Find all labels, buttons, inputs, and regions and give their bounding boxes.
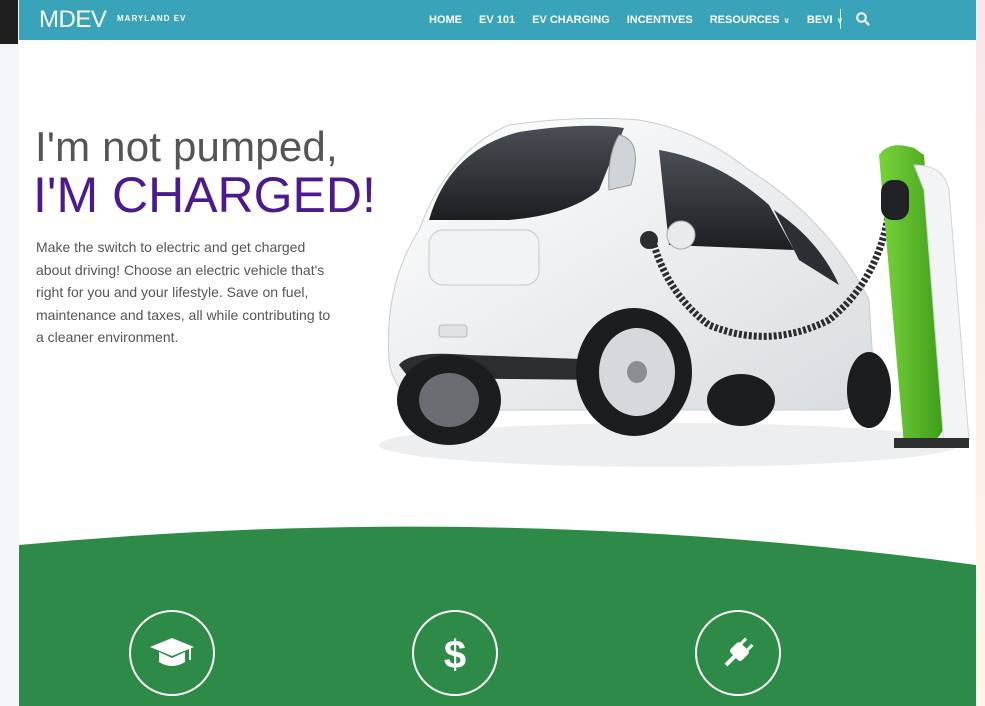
dollar-icon: $ — [444, 633, 466, 675]
nav-item-bevi[interactable]: BEVI∨ — [807, 14, 843, 26]
site-logo[interactable]: MDEV — [39, 6, 107, 34]
nav-item-resources[interactable]: RESOURCES ∨ — [710, 14, 790, 26]
feature-charging-button[interactable] — [695, 610, 781, 696]
nav-item-label: RESOURCES — [709, 14, 780, 26]
nav-item-label: INCENTIVES — [626, 14, 693, 26]
nav-item-incentives[interactable]: INCENTIVES — [627, 14, 693, 26]
hero-headline-line1: I'm not pumped, — [35, 123, 338, 170]
page: MDEV MARYLAND EV HOME EV 101 EV CHARGING… — [19, 0, 976, 706]
feature-incentives-button[interactable]: $ — [412, 610, 498, 696]
browser-edge-right — [976, 0, 985, 706]
window-corner — [0, 0, 18, 44]
browser-edge-left — [0, 0, 20, 706]
nav-item-label: HOME — [429, 14, 462, 26]
nav-item-ev-charging[interactable]: EV CHARGING — [532, 14, 610, 26]
electric-car-charging-image — [379, 117, 970, 467]
top-navbar: MDEV MARYLAND EV HOME EV 101 EV CHARGING… — [19, 0, 976, 40]
search-icon[interactable] — [855, 11, 871, 27]
nav-item-label: EV 101 — [479, 14, 516, 26]
feature-education-button[interactable] — [129, 610, 215, 696]
nav-item-ev-101[interactable]: EV 101 — [479, 14, 515, 26]
chevron-down-icon: ∨ — [783, 16, 790, 25]
nav-divider — [840, 9, 841, 29]
nav-item-label: EV CHARGING — [532, 14, 610, 26]
plug-icon — [724, 637, 754, 667]
hero-headline-line2: I'M CHARGED! — [33, 167, 376, 223]
graduation-cap-icon — [150, 638, 194, 666]
site-logo-subtitle: MARYLAND EV — [117, 14, 187, 23]
nav-item-label: BEVI — [806, 14, 833, 26]
nav-item-home[interactable]: HOME — [429, 14, 462, 26]
svg-text:$: $ — [444, 633, 466, 675]
hero-description: Make the switch to electric and get char… — [36, 239, 331, 345]
main-nav: HOME EV 101 EV CHARGING INCENTIVES RESOU… — [429, 0, 843, 40]
